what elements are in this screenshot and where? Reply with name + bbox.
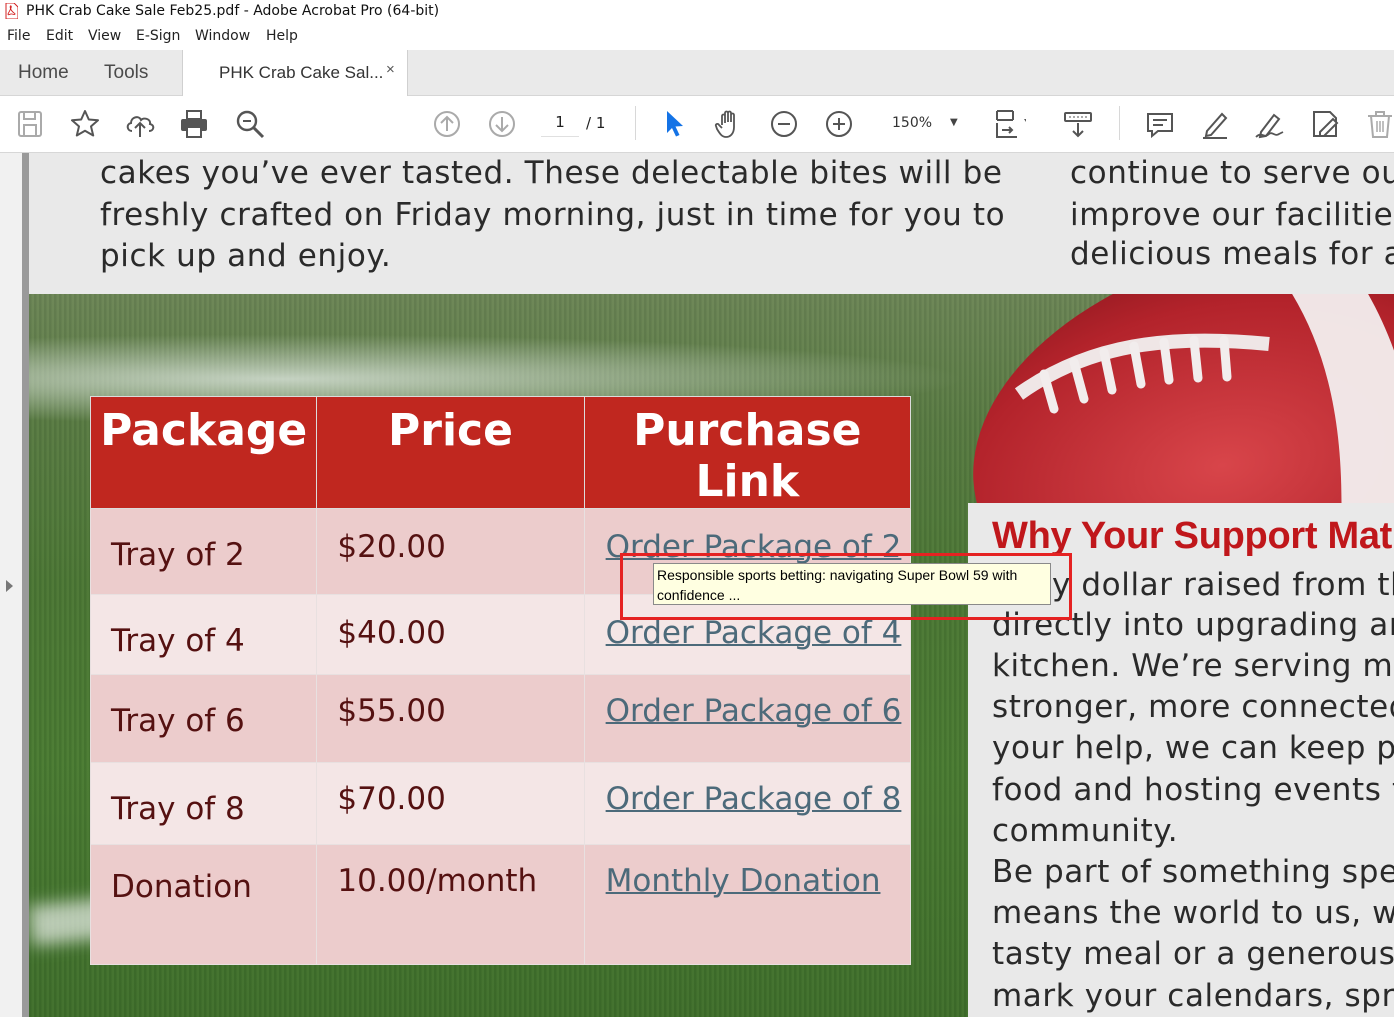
tab-tools[interactable]: Tools: [104, 62, 148, 84]
select-cursor-icon[interactable]: [656, 106, 692, 142]
chevron-down-icon: ▼: [950, 117, 958, 128]
bookmark-star-icon[interactable]: [67, 106, 103, 142]
zoom-in-icon[interactable]: [821, 106, 857, 142]
price-cell: 10.00/month: [316, 844, 585, 965]
intro-text-line: freshly crafted on Friday morning, just …: [100, 197, 1006, 233]
edit-pdf-icon[interactable]: [1306, 106, 1342, 142]
intro-text-line: pick up and enjoy.: [100, 238, 392, 274]
purchase-link-cell: Order Package of 8: [583, 762, 912, 845]
print-icon[interactable]: [176, 106, 212, 142]
page-total: / 1: [586, 114, 606, 132]
menu-edit[interactable]: Edit: [46, 28, 73, 44]
purchase-link-cell: Order Package of 6: [583, 674, 912, 763]
order-package-4-link[interactable]: Order Package of 4: [606, 615, 902, 651]
menu-bar: File Edit View E-Sign Window Help: [0, 24, 1394, 51]
window-title: PHK Crab Cake Sale Feb25.pdf - Adobe Acr…: [26, 3, 440, 19]
package-cell: Tray of 2: [89, 508, 318, 595]
why-text-line: means the world to us, wh: [992, 895, 1394, 931]
why-text-line: y dollar raised from th: [1052, 567, 1394, 603]
column-header-package: Package: [89, 396, 318, 509]
monthly-donation-link[interactable]: Monthly Donation: [606, 863, 881, 899]
title-bar: PHK Crab Cake Sale Feb25.pdf - Adobe Acr…: [0, 0, 1394, 24]
why-text-line: stronger, more connected: [992, 689, 1394, 725]
right-text-line: continue to serve our: [1070, 155, 1394, 191]
why-text-line: mark your calendars, spre: [992, 978, 1394, 1014]
toolbar-divider: [635, 106, 636, 140]
table-row: Donation 10.00/month Monthly Donation: [89, 844, 912, 965]
hand-tool-icon[interactable]: [711, 106, 747, 142]
price-cell: $70.00: [316, 762, 585, 845]
package-cell: Tray of 6: [89, 674, 318, 763]
purchase-link-cell: Monthly Donation: [583, 844, 912, 965]
package-cell: Tray of 8: [89, 762, 318, 845]
package-cell: Donation: [89, 844, 318, 965]
price-cell: $55.00: [316, 674, 585, 763]
order-package-6-link[interactable]: Order Package of 6: [606, 693, 902, 729]
annotation-highlight-box: [620, 553, 1072, 620]
menu-window[interactable]: Window: [195, 28, 250, 44]
right-text-line: improve our facilities: [1070, 197, 1394, 233]
upload-cloud-icon[interactable]: [122, 106, 158, 142]
intro-text-line: cakes you’ve ever tasted. These delectab…: [100, 155, 1003, 191]
tab-document-label: PHK Crab Cake Sal...: [219, 63, 384, 82]
tab-home[interactable]: Home: [18, 62, 69, 84]
comment-icon[interactable]: [1142, 106, 1178, 142]
menu-help[interactable]: Help: [266, 28, 298, 44]
why-text-line: community.: [992, 813, 1179, 849]
menu-esign[interactable]: E-Sign: [136, 28, 180, 44]
zoom-select[interactable]: 150% ▼: [878, 110, 968, 136]
why-text-line: tasty meal or a generous d: [992, 936, 1394, 972]
delete-trash-icon[interactable]: [1362, 106, 1394, 142]
page-edge: [22, 153, 29, 1017]
pricing-table: Package Price Purchase Link Tray of 2 $2…: [89, 396, 912, 965]
right-text-line: delicious meals for al: [1070, 236, 1394, 272]
menu-file[interactable]: File: [7, 28, 30, 44]
table-header-row: Package Price Purchase Link: [89, 396, 912, 509]
why-text-line: kitchen. We’re serving me: [992, 648, 1394, 684]
table-row: Tray of 6 $55.00 Order Package of 6: [89, 674, 912, 763]
zoom-out-icon[interactable]: [766, 106, 802, 142]
left-panel-toggle[interactable]: [0, 153, 22, 1017]
package-cell: Tray of 4: [89, 594, 318, 675]
menu-view[interactable]: View: [88, 28, 121, 44]
column-header-price: Price: [316, 396, 585, 509]
sign-icon[interactable]: [1252, 106, 1288, 142]
order-package-8-link[interactable]: Order Package of 8: [606, 781, 902, 817]
table-row: Tray of 8 $70.00 Order Package of 8: [89, 762, 912, 845]
price-cell: $40.00: [316, 594, 585, 675]
page-display-icon[interactable]: [990, 106, 1028, 142]
price-cell: $20.00: [316, 508, 585, 595]
expand-arrow-icon: [6, 580, 13, 592]
scroll-mode-icon[interactable]: [1060, 106, 1096, 142]
page-number-input[interactable]: 1: [541, 108, 579, 137]
why-text-line: your help, we can keep pr: [992, 730, 1394, 766]
search-zoom-icon[interactable]: [232, 106, 268, 142]
next-page-icon[interactable]: [484, 106, 520, 142]
close-tab-icon[interactable]: ×: [386, 61, 395, 78]
highlight-pen-icon[interactable]: [1197, 106, 1233, 142]
toolbar-divider: [1119, 106, 1120, 140]
zoom-value: 150%: [892, 115, 933, 131]
pdf-file-icon: [5, 3, 18, 19]
why-support-heading: Why Your Support Mat: [992, 515, 1393, 557]
tab-document[interactable]: PHK Crab Cake Sal... ×: [182, 50, 408, 96]
why-text-line: Be part of something spec: [992, 854, 1394, 890]
why-text-line: food and hosting events th: [992, 772, 1394, 808]
save-icon[interactable]: [12, 106, 48, 142]
column-header-purchase-link: Purchase Link: [583, 396, 912, 509]
tab-bar: Home Tools PHK Crab Cake Sal... ×: [0, 50, 1394, 96]
previous-page-icon[interactable]: [429, 106, 465, 142]
toolbar: 1 / 1 150% ▼: [0, 96, 1394, 153]
